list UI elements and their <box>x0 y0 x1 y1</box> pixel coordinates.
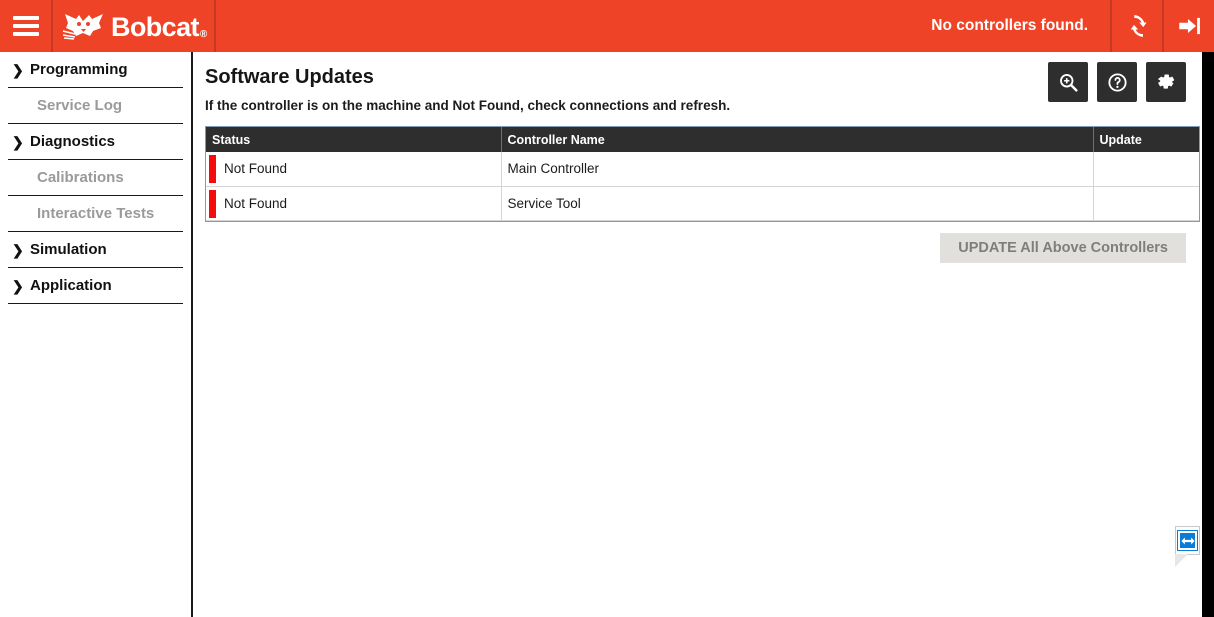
login-button[interactable] <box>1162 0 1214 52</box>
sidebar-item-label: Programming <box>30 61 128 78</box>
chevron-right-icon: ❯ <box>12 133 24 150</box>
sidebar-item-interactive-tests[interactable]: Interactive Tests <box>8 196 183 232</box>
update-action-row: UPDATE All Above Controllers <box>205 232 1190 263</box>
registered-mark: ® <box>199 28 207 40</box>
question-circle-icon <box>1107 72 1127 92</box>
cell-update[interactable] <box>1093 186 1199 221</box>
sidebar-item-label: Calibrations <box>37 169 124 186</box>
status-indicator-bar <box>209 155 216 183</box>
sidebar-item-label: Application <box>30 277 112 294</box>
gear-icon <box>1158 74 1175 89</box>
controller-status-message: No controllers found. <box>931 17 1088 34</box>
sidebar-item-simulation[interactable]: ❯ Simulation <box>8 232 183 268</box>
sidebar-item-service-log[interactable]: Service Log <box>8 88 183 124</box>
refresh-sync-icon <box>1130 15 1147 37</box>
settings-button[interactable] <box>1146 62 1186 102</box>
status-text: Not Found <box>224 161 288 177</box>
column-header-controller-name: Controller Name <box>501 127 1094 152</box>
header-spacer <box>216 0 919 52</box>
brand-logo[interactable]: Bobcat® <box>53 0 216 52</box>
column-header-update: Update <box>1093 127 1199 152</box>
content-action-buttons <box>1048 62 1186 102</box>
update-all-controllers-button[interactable]: UPDATE All Above Controllers <box>940 232 1186 263</box>
application-window: Bobcat® No controllers found. ❯ Programm… <box>0 0 1214 617</box>
chevron-right-icon: ❯ <box>12 61 24 78</box>
sidebar-item-label: Diagnostics <box>30 133 116 150</box>
left-navigation-sidebar: ❯ Programming Service Log ❯ Diagnostics … <box>0 52 193 617</box>
table-row[interactable]: Not Found Service Tool <box>206 186 1199 221</box>
status-indicator-bar <box>209 189 216 218</box>
cell-controller-name: Main Controller <box>501 152 1094 187</box>
zoom-in-button[interactable] <box>1048 62 1088 102</box>
sign-in-icon <box>1179 17 1200 35</box>
brand-wordmark: Bobcat® <box>111 11 207 42</box>
sidebar-item-label: Interactive Tests <box>37 205 155 222</box>
menu-toggle-button[interactable] <box>0 0 53 52</box>
status-text: Not Found <box>224 195 288 211</box>
controllers-table: Status Controller Name Update Not Found … <box>205 126 1200 222</box>
window-right-edge <box>1202 52 1214 617</box>
content-header: Software Updates If the controller is on… <box>205 62 1190 120</box>
table-row[interactable]: Not Found Main Controller <box>206 152 1199 187</box>
refresh-button[interactable] <box>1110 0 1162 52</box>
column-header-status: Status <box>206 127 502 152</box>
top-header-bar: Bobcat® No controllers found. <box>0 0 1214 52</box>
bobcat-head-icon <box>63 14 103 40</box>
cell-status: Not Found <box>206 186 502 221</box>
main-content-area: Software Updates If the controller is on… <box>195 52 1202 617</box>
magnifier-plus-icon <box>1059 73 1078 92</box>
sidebar-item-calibrations[interactable]: Calibrations <box>8 160 183 196</box>
sidebar-item-label: Service Log <box>37 97 123 114</box>
sidebar-item-application[interactable]: ❯ Application <box>8 268 183 304</box>
hamburger-icon <box>12 16 39 36</box>
cell-status: Not Found <box>206 152 502 187</box>
sidebar-item-diagnostics[interactable]: ❯ Diagnostics <box>8 124 183 160</box>
chevron-right-icon: ❯ <box>12 241 24 258</box>
table-header-row: Status Controller Name Update <box>206 127 1199 152</box>
chevron-right-icon: ❯ <box>12 277 24 294</box>
cell-controller-name: Service Tool <box>501 186 1094 221</box>
page-title: Software Updates <box>205 66 374 88</box>
help-button[interactable] <box>1097 62 1137 102</box>
cell-update[interactable] <box>1093 152 1199 187</box>
sidebar-item-label: Simulation <box>30 241 107 258</box>
sidebar-item-programming[interactable]: ❯ Programming <box>8 52 183 88</box>
page-subtitle: If the controller is on the machine and … <box>205 98 731 113</box>
